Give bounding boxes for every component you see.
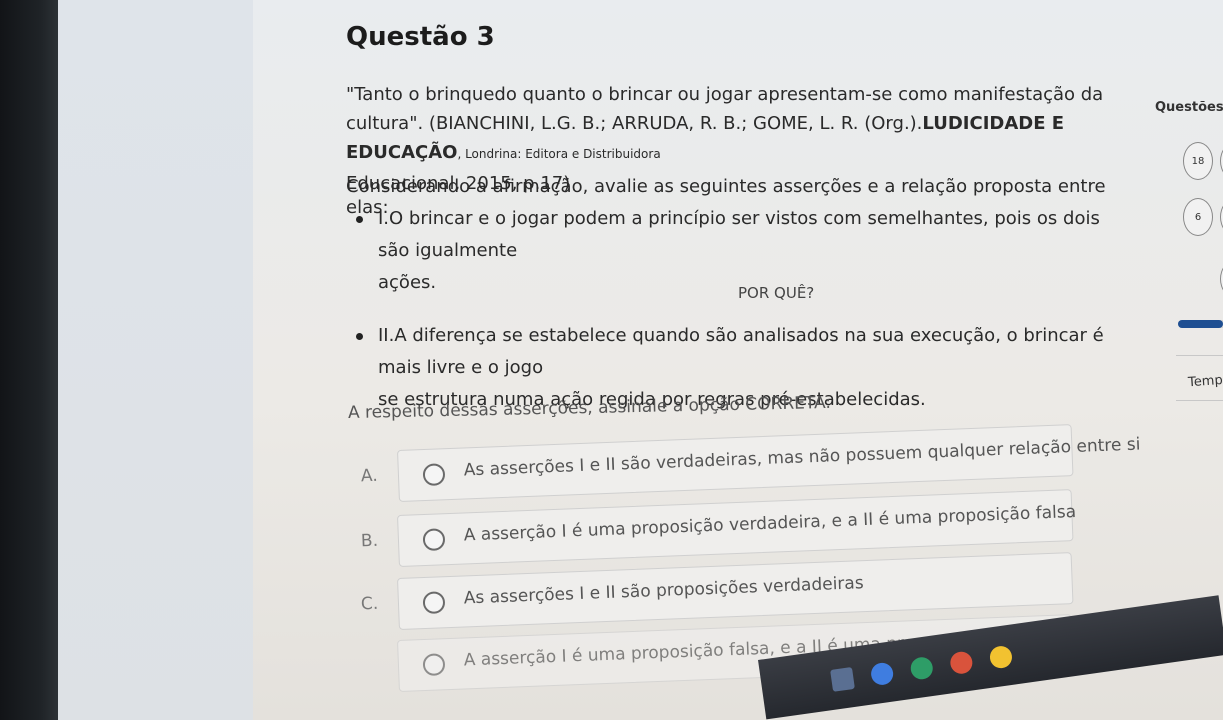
question-title: Questão 3 [346,22,495,52]
question-number-button[interactable]: 6 [1183,198,1213,236]
left-pane [58,0,253,720]
radio-button[interactable] [422,528,446,552]
radio-button[interactable] [422,653,446,677]
navigator-title: Questões da l [1155,100,1223,115]
option-text: A asserção I é uma proposição verdadeira… [463,501,1077,546]
radio-button[interactable] [422,463,446,487]
progress-bar [1178,320,1223,328]
assertion-2-line1: II.A diferença se estabelece quando são … [378,325,1104,378]
question-number-button[interactable]: 18 [1183,142,1213,180]
assertion-1-line2: ações. [378,272,437,293]
taskbar-app-icon[interactable] [948,650,974,676]
taskbar-app-icon[interactable] [909,655,935,681]
option-text: As asserções I e II são proposições verd… [463,573,864,609]
screen: Questão 3 "Tanto o brinquedo quanto o br… [58,0,1223,720]
quote-publisher: , Londrina: Editora e Distribuidora [457,147,661,161]
assertion-1-line1: I.O brincar e o jogar podem a princípio … [378,208,1100,261]
progress-fill [1178,320,1223,328]
taskbar-app-icon[interactable] [830,667,855,692]
divider [1176,400,1223,401]
taskbar-app-icon[interactable] [869,661,895,687]
quote-line2: L.G. B.; ARRUDA, R. B.; GOME, L. R. (Org… [541,113,923,134]
radio-button[interactable] [422,591,446,615]
option-a[interactable]: A. As asserções I e II são verdadeiras, … [361,424,1141,502]
option-text: As asserções I e II são verdadeiras, mas… [463,434,1141,481]
exam-time-label: Tempo de Prov [1187,369,1223,391]
monitor-bezel [0,0,58,720]
porque-label: POR QUÊ? [738,284,815,302]
divider [1176,355,1223,356]
taskbar-app-icon[interactable] [988,644,1014,670]
option-letter: B. [360,530,379,552]
option-letter: A. [360,465,379,487]
question-main: Questão 3 "Tanto o brinquedo quanto o br… [268,0,1141,720]
option-letter: C. [360,593,379,615]
